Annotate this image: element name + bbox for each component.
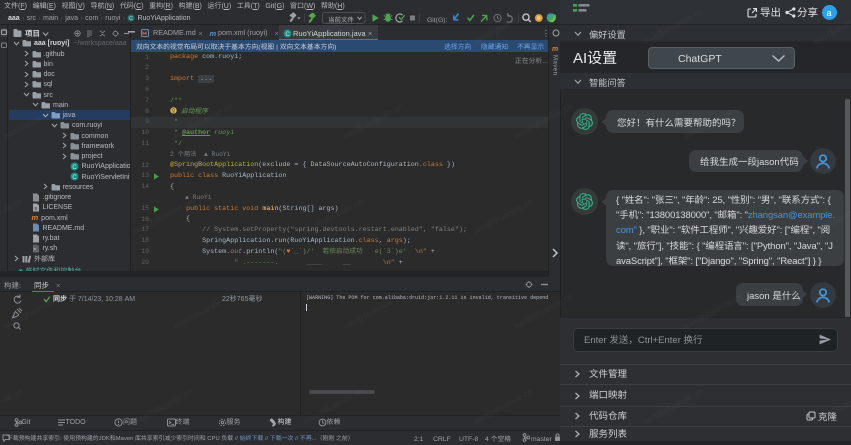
svg-text:>_: >_ bbox=[33, 246, 39, 253]
svg-text:C: C bbox=[72, 172, 77, 181]
svg-text:C: C bbox=[285, 29, 290, 38]
svg-text:≡: ≡ bbox=[34, 205, 37, 212]
svg-text:C: C bbox=[72, 162, 77, 171]
svg-text:C: C bbox=[129, 14, 133, 22]
